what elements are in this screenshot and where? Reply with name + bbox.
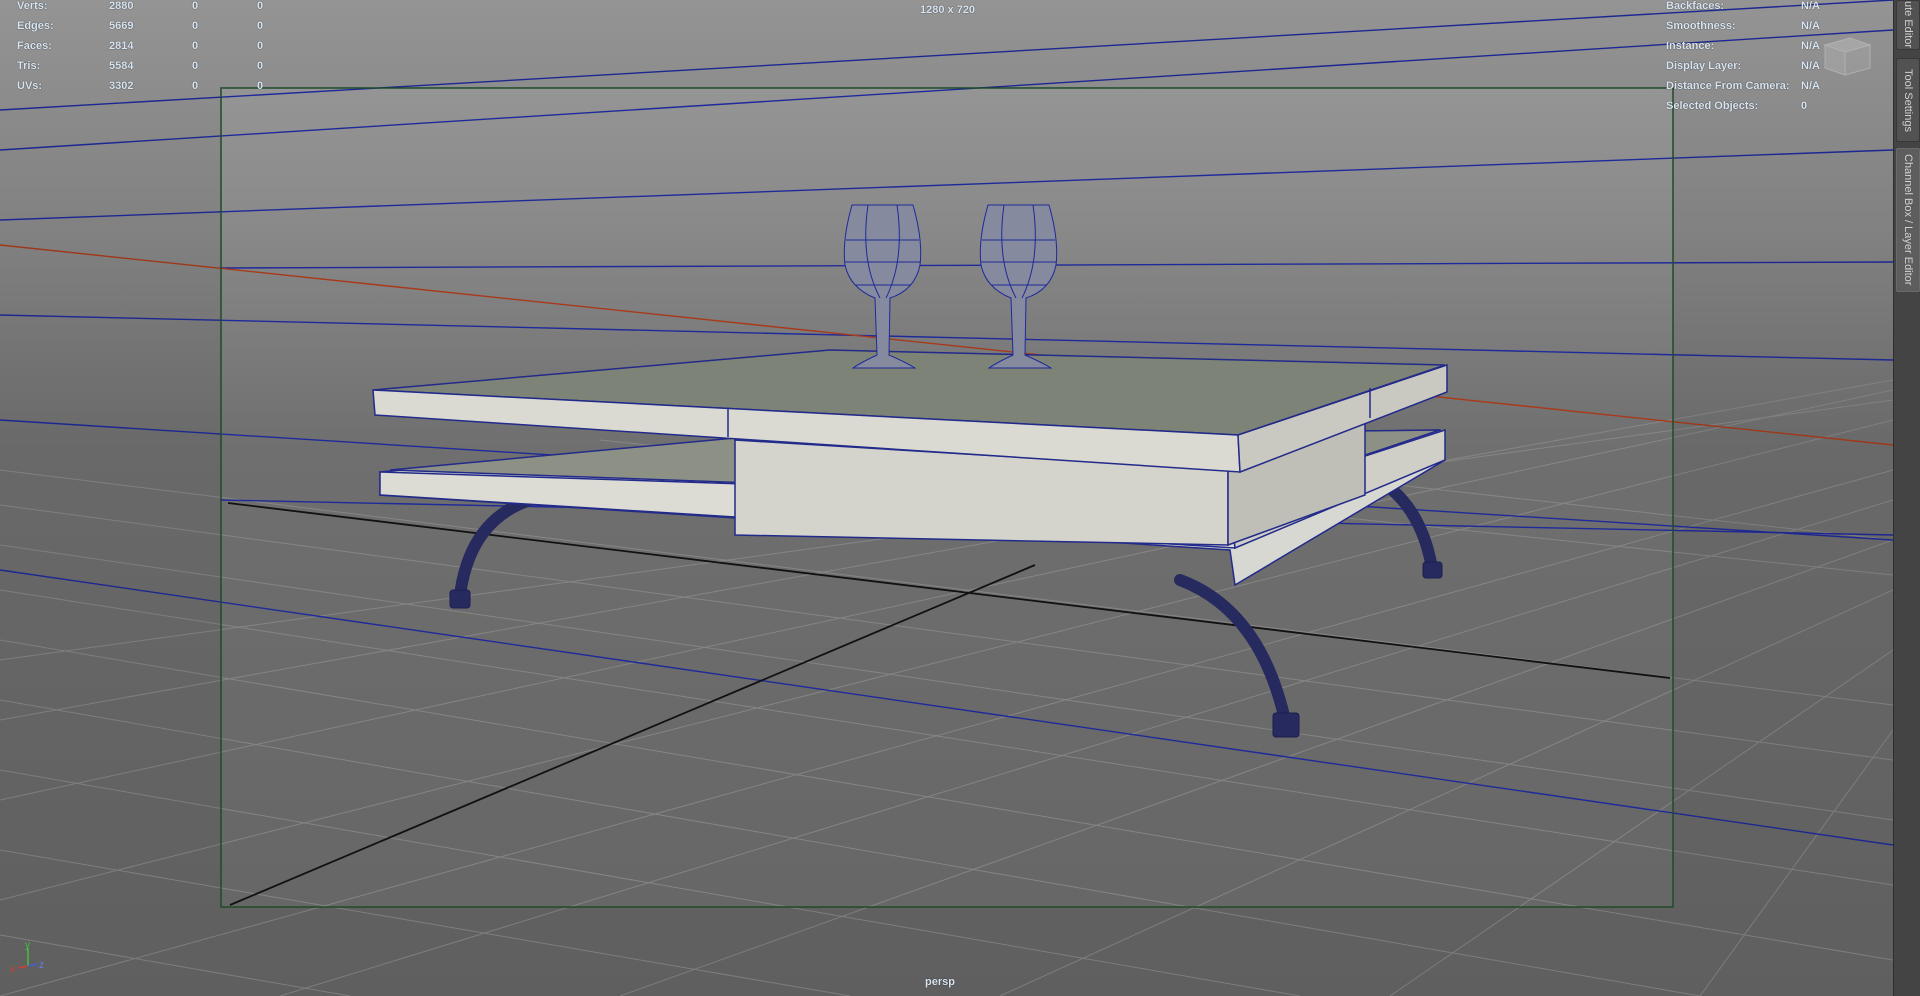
- tab-attribute-editor-label: ute Editor: [1902, 1, 1914, 49]
- poly-count-label: UVs:: [17, 80, 43, 92]
- poly-count-components: 0: [257, 20, 264, 32]
- object-detail-label: Selected Objects:: [1666, 100, 1759, 112]
- camera-name-label: persp: [925, 976, 955, 988]
- wine-glass-left: [843, 204, 922, 369]
- object-detail-row: Selected Objects: 0: [1666, 96, 1866, 116]
- z-axis-line: [229, 564, 1036, 906]
- object-detail-label: Smoothness:: [1666, 20, 1736, 32]
- poly-count-row-verts: Verts: 2880 0 0: [17, 0, 277, 16]
- poly-count-components: 0: [257, 0, 264, 12]
- axis-indicator-icon: x y z: [10, 940, 44, 975]
- poly-count-selected: 0: [192, 80, 199, 92]
- poly-count-label: Faces:: [17, 40, 52, 52]
- object-detail-label: Backfaces:: [1666, 0, 1725, 12]
- poly-count-selected: 0: [192, 0, 199, 12]
- scene-3d-view[interactable]: [0, 0, 1893, 996]
- poly-count-components: 0: [257, 60, 264, 72]
- leg-feet: [449, 561, 1443, 738]
- resolution-gate-label: 1280 x 720: [920, 4, 976, 16]
- poly-count-total: 3302: [109, 80, 134, 92]
- poly-count-row-tris: Tris: 5584 0 0: [17, 56, 277, 76]
- poly-count-label: Tris:: [17, 60, 41, 72]
- object-detail-label: Distance From Camera:: [1666, 80, 1790, 92]
- poly-count-components: 0: [257, 80, 264, 92]
- poly-count-label: Edges:: [17, 20, 54, 32]
- poly-count-total: 5584: [109, 60, 134, 72]
- poly-count-total: 5669: [109, 20, 134, 32]
- maya-viewport[interactable]: Verts: 2880 0 0 Edges: 5669 0 0 Faces: 2…: [0, 0, 1893, 996]
- axis-x-label: x: [10, 964, 15, 975]
- object-detail-label: Instance:: [1666, 40, 1715, 52]
- tab-channel-box-label: Channel Box / Layer Editor: [1902, 154, 1914, 286]
- object-detail-value: N/A: [1801, 0, 1820, 12]
- poly-count-components: 0: [257, 40, 264, 52]
- view-cube-icon[interactable]: [1815, 30, 1875, 80]
- poly-count-label: Verts:: [17, 0, 48, 12]
- wine-glass-right: [979, 204, 1058, 369]
- poly-count-selected: 0: [192, 60, 199, 72]
- object-detail-label: Display Layer:: [1666, 60, 1742, 72]
- tab-channel-box-layer-editor[interactable]: Channel Box / Layer Editor: [1896, 148, 1920, 292]
- poly-count-row-edges: Edges: 5669 0 0: [17, 16, 277, 36]
- tab-attribute-editor[interactable]: ute Editor: [1896, 0, 1920, 50]
- right-dock-tab-strip: ute Editor Tool Settings Channel Box / L…: [1893, 0, 1920, 996]
- poly-count-selected: 0: [192, 20, 199, 32]
- axis-y-label: y: [25, 940, 30, 951]
- axis-z-label: z: [39, 960, 44, 971]
- object-detail-row: Backfaces: N/A: [1666, 0, 1866, 16]
- poly-count-selected: 0: [192, 40, 199, 52]
- poly-count-total: 2814: [109, 40, 134, 52]
- tab-tool-settings-label: Tool Settings: [1902, 68, 1914, 132]
- tab-tool-settings[interactable]: Tool Settings: [1896, 58, 1920, 142]
- poly-count-row-faces: Faces: 2814 0 0: [17, 36, 277, 56]
- object-detail-value: 0: [1801, 100, 1808, 112]
- poly-count-total: 2880: [109, 0, 134, 12]
- poly-count-row-uvs: UVs: 3302 0 0: [17, 76, 277, 96]
- poly-count-hud: Verts: 2880 0 0 Edges: 5669 0 0 Faces: 2…: [17, 0, 277, 96]
